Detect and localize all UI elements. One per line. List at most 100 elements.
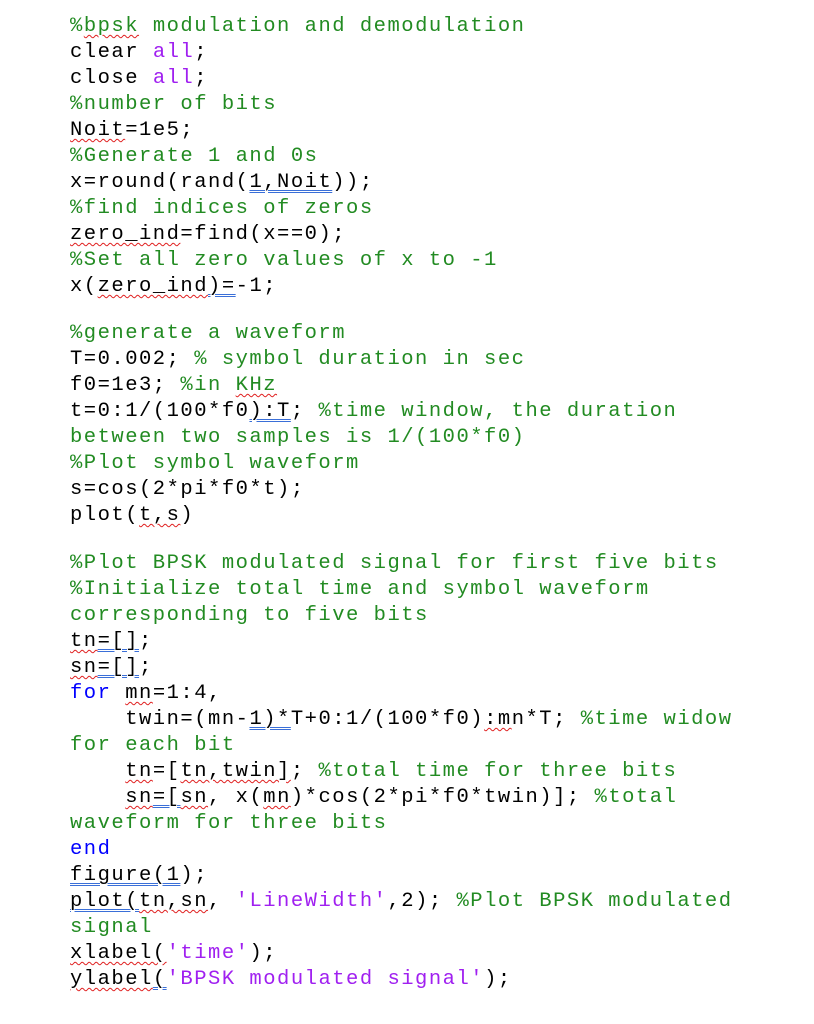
code-text: =[] <box>97 656 140 679</box>
code-line: x=round(rand(1,Noit)); <box>70 170 790 196</box>
code-text: , <box>208 890 236 913</box>
code-text: )); <box>332 171 374 194</box>
code-text: t=0:1/(100*f0 <box>70 400 250 423</box>
comment-line: %number of bits <box>70 93 278 116</box>
comment-line: %find indices of zeros <box>70 197 374 220</box>
comment-line: signal <box>70 916 153 939</box>
string-literal: 'time' <box>166 942 250 965</box>
code-text: ; <box>139 656 153 679</box>
code-text: tn <box>125 760 153 783</box>
code-text: mn <box>125 682 153 705</box>
keyword: for <box>70 682 112 705</box>
code-line: x(zero_ind)=-1; <box>70 274 790 300</box>
code-text: tn,twin] <box>180 760 291 783</box>
comment: %total <box>594 786 678 809</box>
code-text: tn <box>70 630 98 653</box>
code-text: close <box>70 67 153 90</box>
code-text: ylabel <box>70 968 153 991</box>
code-text: =1e5; <box>125 119 195 142</box>
code-text: zero_ind <box>70 223 181 246</box>
code-line: close all; <box>70 66 790 92</box>
comment-line: %Plot BPSK modulated signal for first fi… <box>70 552 719 575</box>
comment-line: %Initialize total time and symbol wavefo… <box>70 578 650 601</box>
comment-line: waveform for three bits <box>70 812 388 835</box>
code-text: ) <box>180 504 195 527</box>
code-text: ,2); <box>387 890 457 913</box>
code-line: %bpsk modulation and demodulation <box>70 14 790 40</box>
code-line: s=cos(2*pi*f0*t); <box>70 478 305 501</box>
code-text: ); <box>484 968 512 991</box>
code-text: T+0:1/(100*f0) <box>290 708 485 731</box>
code-text: f0=1e3; <box>70 374 181 397</box>
comment-line: %Set all zero values of x to -1 <box>70 249 498 272</box>
code-text: twin=(mn- <box>70 708 250 731</box>
code-line: tn=[]; <box>70 629 790 655</box>
comment-line: for each bit <box>70 734 236 757</box>
code-text: ( <box>152 968 167 991</box>
comment-line: between two samples is 1/(100*f0) <box>70 426 526 449</box>
string-literal: 'LineWidth' <box>235 890 388 913</box>
code-text: x=round(rand( <box>70 171 250 194</box>
comment-line: corresponding to five bits <box>70 604 429 627</box>
code-text: ; <box>139 630 153 653</box>
code-text: ; <box>194 67 209 90</box>
code-line: figure(1); <box>70 863 790 889</box>
code-line: plot(t,s) <box>70 503 790 529</box>
comment-line: %Plot symbol waveform <box>70 452 360 475</box>
code-line: tn=[tn,twin]; %total time for three bits <box>70 759 790 785</box>
code-text: , x( <box>208 786 264 809</box>
comment: %time window, the duration <box>318 400 678 423</box>
comment: %in KHz <box>180 374 278 397</box>
code-line: xlabel('time'); <box>70 941 790 967</box>
code-text: -1; <box>235 275 278 298</box>
code-line: sn=[sn, x(mn)*cos(2*pi*f0*twin)]; %total <box>70 785 790 811</box>
code-text: plot( <box>70 504 140 527</box>
code-text: mn <box>263 786 291 809</box>
code-text: sn <box>125 786 153 809</box>
code-text: =[ <box>152 786 181 809</box>
comment-line: %Generate 1 and 0s <box>70 145 319 168</box>
comment: % symbol duration in sec <box>194 348 526 371</box>
code-line: twin=(mn-1)*T+0:1/(100*f0):mn*T; %time w… <box>70 707 790 733</box>
code-line: plot(tn,sn, 'LineWidth',2); %Plot BPSK m… <box>70 889 790 915</box>
code-text: =[ <box>152 760 181 783</box>
code-text: ); <box>249 942 278 965</box>
string-literal: all <box>152 41 195 64</box>
code-text: Noit <box>70 119 126 142</box>
string-literal: all <box>152 67 195 90</box>
code-text: ; <box>290 400 319 423</box>
code-text: ; <box>194 41 209 64</box>
keyword-line: end <box>70 838 112 861</box>
code-document: %bpsk modulation and demodulation clear … <box>70 14 790 993</box>
code-line: clear all; <box>70 40 790 66</box>
code-text: )= <box>208 275 236 298</box>
comment: %total time for three bits <box>318 760 678 783</box>
code-text: =[] <box>97 630 140 653</box>
comment: %Plot BPSK modulated <box>456 890 733 913</box>
code-text: T=0.002; <box>70 348 195 371</box>
code-text: sn <box>70 656 98 679</box>
code-text: x( <box>70 275 98 298</box>
code-text: tn,sn <box>139 890 209 913</box>
code-text: =find(x==0); <box>180 223 347 246</box>
code-text: zero_ind <box>97 275 209 298</box>
code-text: n*T; <box>511 708 581 731</box>
code-line: t=0:1/(100*f0):T; %time window, the dura… <box>70 399 790 425</box>
code-text: )*cos(2*pi*f0*twin)]; <box>290 786 595 809</box>
comment: %bpsk modulation and demodulation <box>70 15 526 38</box>
code-line: f0=1e3; %in KHz <box>70 373 790 399</box>
code-line: Noit=1e5; <box>70 118 790 144</box>
code-text: 1,Noit <box>249 171 333 194</box>
code-line: zero_ind=find(x==0); <box>70 222 790 248</box>
code-text: sn <box>180 786 209 809</box>
code-text: :m <box>484 708 512 731</box>
code-line: sn=[]; <box>70 655 790 681</box>
code-text: t,s <box>139 504 181 527</box>
code-text: clear <box>70 41 153 64</box>
code-text: ):T <box>249 400 291 423</box>
code-text: =1:4, <box>152 682 222 705</box>
